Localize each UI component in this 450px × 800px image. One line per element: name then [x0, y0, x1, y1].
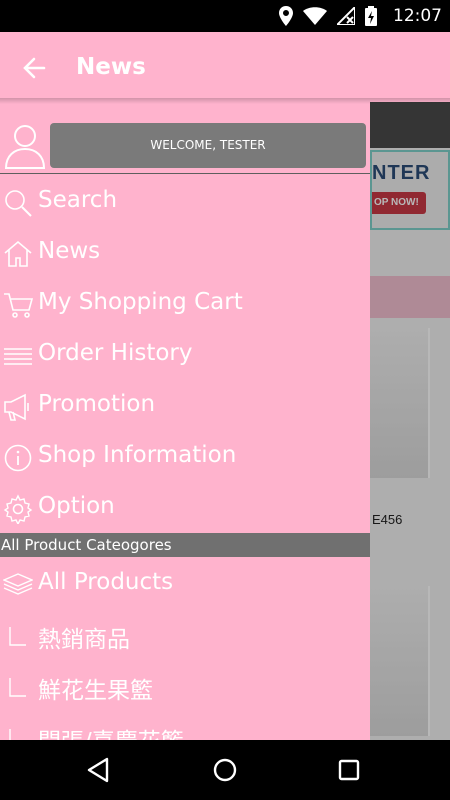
gear-icon — [3, 494, 33, 524]
category-label: 熱銷商品 — [38, 627, 130, 653]
subitem-icon — [9, 729, 11, 740]
menu-item-search[interactable]: Search — [0, 178, 370, 226]
subitem-icon — [9, 627, 26, 646]
category-item[interactable]: 熱銷商品 — [0, 611, 370, 659]
appbar-shadow — [0, 98, 450, 104]
menu-item-label: My Shopping Cart — [38, 289, 243, 315]
status-time: 12:07 — [393, 6, 442, 26]
user-icon[interactable] — [4, 122, 46, 170]
info-icon — [4, 444, 32, 472]
stack-icon — [3, 573, 33, 595]
category-item[interactable]: 開張/喜慶花籃 — [0, 713, 370, 740]
back-triangle-icon[interactable] — [83, 754, 115, 786]
recents-square-icon[interactable] — [333, 754, 365, 786]
home-icon — [4, 240, 32, 267]
menu-item-label: Promotion — [38, 391, 156, 417]
user-header: WELCOME, TESTER — [0, 102, 370, 174]
menu-item-label: Shop Information — [38, 442, 237, 468]
subitem-icon — [9, 678, 26, 697]
list-icon — [4, 348, 32, 365]
menu-item-label: Order History — [38, 340, 193, 366]
menu-item-label: Option — [38, 493, 115, 519]
category-item-all-products[interactable]: All Products — [0, 560, 370, 608]
category-item[interactable]: 鮮花生果籃 — [0, 662, 370, 710]
category-label: 開張/喜慶花籃 — [38, 722, 184, 740]
menu-item-promotion[interactable]: Promotion — [0, 382, 370, 430]
search-icon — [5, 190, 32, 217]
battery-charging-icon — [365, 6, 377, 26]
menu-item-shop-info[interactable]: Shop Information — [0, 433, 370, 481]
location-icon — [279, 6, 293, 26]
status-icons: 12:07 — [279, 0, 442, 32]
welcome-button[interactable]: WELCOME, TESTER — [50, 123, 366, 168]
status-bar: 12:07 — [0, 0, 450, 32]
menu-item-order-history[interactable]: Order History — [0, 331, 370, 379]
categories-header: All Product Cateogores — [0, 533, 370, 557]
navigation-drawer: WELCOME, TESTER Search News My Shopping … — [0, 102, 370, 740]
menu-item-label: Search — [38, 187, 118, 213]
megaphone-icon — [4, 393, 29, 421]
category-label: 鮮花生果籃 — [38, 678, 153, 704]
menu-item-label: News — [38, 238, 101, 264]
no-signal-icon — [337, 7, 355, 25]
cart-icon — [4, 293, 33, 318]
app-bar: News — [0, 32, 450, 102]
page-title: News — [76, 54, 146, 80]
system-nav-bar — [0, 740, 450, 800]
menu-item-option[interactable]: Option — [0, 484, 370, 532]
arrow-left-icon[interactable] — [18, 52, 50, 84]
wifi-icon — [303, 7, 327, 25]
home-circle-icon[interactable] — [209, 754, 241, 786]
menu-item-cart[interactable]: My Shopping Cart — [0, 280, 370, 328]
menu-item-news[interactable]: News — [0, 229, 370, 277]
drawer-scrim[interactable] — [370, 102, 450, 740]
category-label: All Products — [38, 569, 174, 595]
